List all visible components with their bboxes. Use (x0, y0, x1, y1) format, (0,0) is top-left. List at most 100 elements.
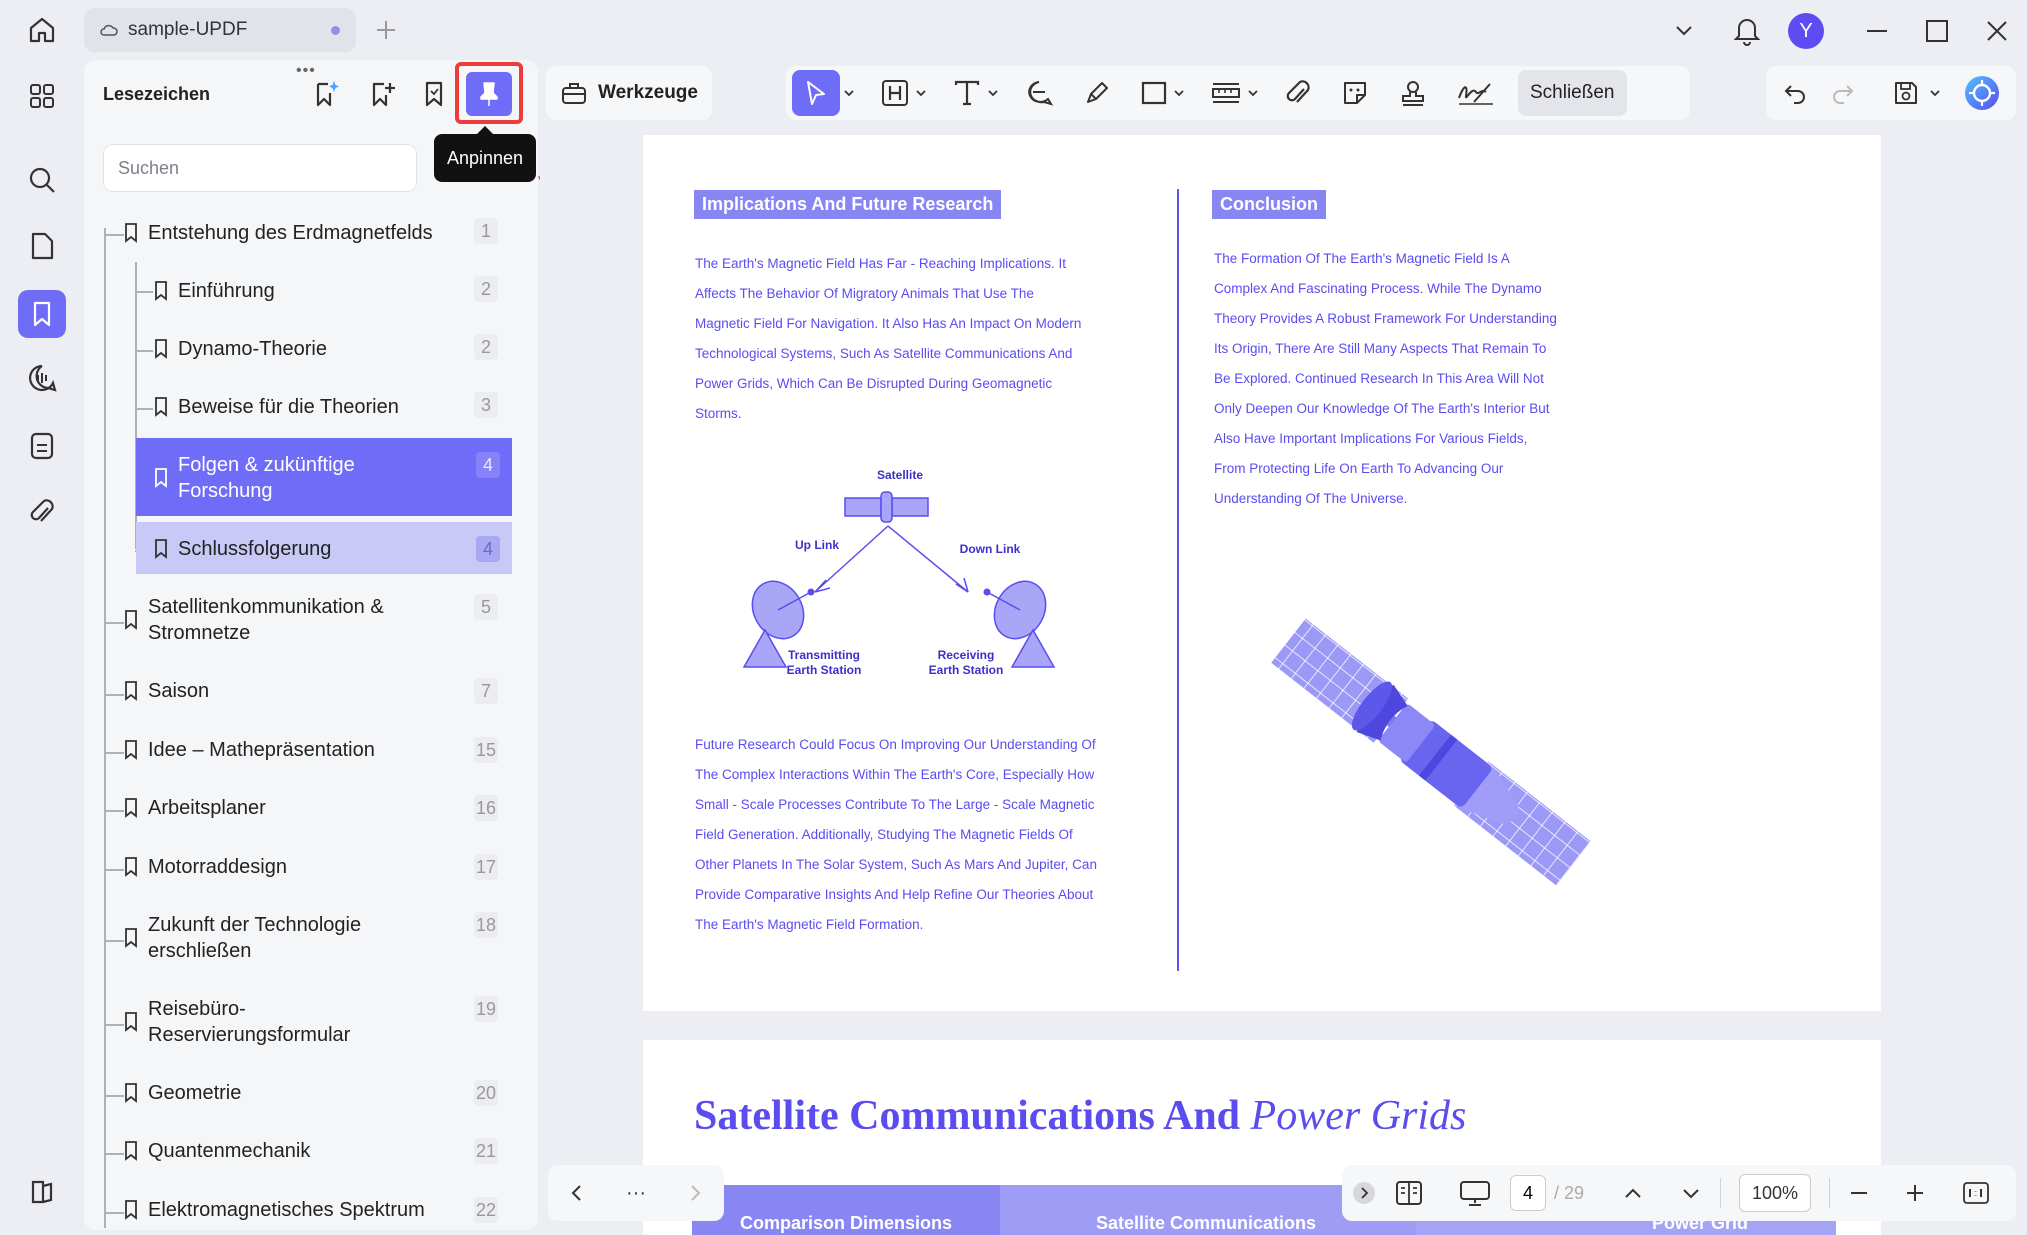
bookmark-item[interactable]: Entstehung des Erdmagnetfelds 1 (124, 218, 510, 254)
bookmark-label: Entstehung des Erdmagnetfelds (148, 222, 433, 244)
ai-bookmark-button[interactable] (304, 72, 348, 116)
bookmark-item[interactable]: Dynamo-Theorie 2 (154, 334, 510, 370)
bookmark-item-selected[interactable]: Folgen & zukünftige Forschung 4 (136, 438, 512, 516)
next-arrow-icon[interactable] (686, 1183, 704, 1203)
save-icon[interactable] (1892, 79, 1920, 107)
measure-tool-dropdown[interactable] (1246, 70, 1260, 116)
rail-pages[interactable] (18, 222, 66, 270)
presentation-icon[interactable] (1458, 1178, 1492, 1208)
measure-tool[interactable] (1210, 70, 1242, 116)
ai-assistant-icon[interactable] (1964, 75, 2000, 111)
rail-settings[interactable] (18, 1168, 66, 1216)
text-line: Magnetic Field For Navigation. It Also H… (695, 316, 1082, 331)
select-tool-dropdown[interactable] (842, 70, 856, 116)
bookmark-item[interactable]: Zukunft der Technologie erschließen 18 (124, 912, 510, 968)
rail-thumbnails[interactable] (18, 72, 66, 120)
highlight-tool-dropdown[interactable] (914, 70, 928, 116)
rail-attachments[interactable] (18, 488, 66, 536)
bookmark-item-icon (124, 928, 138, 948)
bookmark-item[interactable]: Reisebüro-Reservierungsformular 19 (124, 996, 510, 1052)
text-line: Complex And Fascinating Process. While T… (1214, 281, 1542, 296)
new-tab-icon[interactable] (374, 18, 398, 42)
grid-icon (28, 82, 56, 110)
tree-line (104, 234, 124, 236)
bookmark-page: 22 (474, 1197, 498, 1223)
shape-tool[interactable] (1140, 70, 1168, 116)
rail-search[interactable] (18, 156, 66, 204)
bookmark-item[interactable]: Idee – Mathepräsentation 15 (124, 737, 510, 773)
rail-comments[interactable] (18, 354, 66, 402)
panel-title: Lesezeichen (103, 84, 211, 104)
pencil-icon (1082, 78, 1112, 108)
bookmark-item[interactable]: Saison 7 (124, 678, 510, 714)
collapse-chevron-icon[interactable] (1352, 1181, 1376, 1205)
toolbar-separator (1829, 1178, 1831, 1208)
undo-icon[interactable] (1782, 80, 1808, 106)
select-tool[interactable] (792, 70, 840, 116)
text-tool-dropdown[interactable] (986, 70, 1000, 116)
bookmark-item-highlighted[interactable]: Schlussfolgerung 4 (136, 522, 512, 574)
bookmark-item[interactable]: Geometrie 20 (124, 1080, 510, 1116)
chevron-down-icon[interactable] (1928, 86, 1942, 100)
maximize-icon[interactable] (1924, 18, 1950, 44)
zoom-in-icon[interactable] (1904, 1182, 1926, 1204)
page2-title-bold: Satellite Communications And (694, 1093, 1241, 1139)
page-layout-icon[interactable] (1394, 1179, 1424, 1207)
signature-tool[interactable] (1456, 70, 1496, 116)
rail-bookmarks[interactable] (18, 290, 66, 338)
text-line: Field Generation. Additionally, Studying… (695, 827, 1073, 842)
chevron-down-icon (842, 86, 856, 100)
bookmark-item-icon (154, 468, 168, 488)
bookmark-item[interactable]: Quantenmechanik 21 (124, 1138, 510, 1174)
bookmark-item-icon (124, 1141, 138, 1161)
bookmark-label: Zukunft der Technologie erschließen (148, 914, 362, 962)
document-tab[interactable]: sample-UPDF (84, 8, 356, 52)
bookmark-item-icon (124, 857, 138, 877)
page-up-icon[interactable] (1622, 1182, 1644, 1204)
minimize-icon[interactable] (1864, 18, 1890, 44)
bookmark-item-icon (124, 610, 138, 630)
bookmark-label: Saison (148, 680, 210, 702)
bookmark-item[interactable]: Arbeitsplaner 16 (124, 795, 510, 831)
user-avatar[interactable]: Y (1788, 13, 1824, 49)
diagram-transmitting-sublabel: Earth Station (787, 663, 862, 677)
stamp-tool[interactable] (1398, 70, 1428, 116)
redo-icon[interactable] (1830, 80, 1856, 106)
add-bookmark-button[interactable] (360, 72, 404, 116)
bookmark-item[interactable]: Motorraddesign 17 (124, 854, 510, 890)
text-line: Its Origin, There Are Still Many Aspects… (1214, 341, 1547, 356)
actual-size-icon[interactable] (1962, 1181, 1990, 1205)
bookmark-options-button[interactable] (412, 72, 456, 116)
sticker-tool[interactable] (1340, 70, 1370, 116)
pin-button[interactable] (466, 72, 512, 116)
bookmark-item[interactable]: Einführung 2 (154, 276, 510, 312)
notification-bell-icon[interactable] (1732, 14, 1762, 46)
rail-forms[interactable] (18, 422, 66, 470)
prev-arrow-icon[interactable] (568, 1183, 586, 1203)
zoom-level[interactable]: 100% (1739, 1174, 1812, 1212)
text-tool[interactable] (952, 70, 982, 116)
bookmark-label: Geometrie (148, 1082, 242, 1104)
bookmark-item[interactable]: Satellitenkommunikation & Stromnetze 5 (124, 594, 510, 650)
search-icon (27, 165, 57, 195)
text-line: Provide Comparative Insights And Help Re… (695, 887, 1094, 902)
tools-button[interactable]: Werkzeuge (546, 66, 712, 120)
more-options-button[interactable]: ··· (626, 1182, 646, 1205)
pencil-tool[interactable] (1082, 70, 1112, 116)
shape-tool-dropdown[interactable] (1172, 70, 1186, 116)
zoom-out-icon[interactable] (1848, 1182, 1870, 1204)
comment-tool[interactable] (1024, 70, 1054, 116)
page-number-input[interactable] (1510, 1175, 1546, 1211)
bookmark-item[interactable]: Beweise für die Theorien 3 (154, 392, 510, 428)
column-divider (1177, 189, 1179, 971)
bookmark-search-input[interactable] (103, 144, 417, 192)
bookmark-item-icon (124, 223, 138, 243)
close-window-icon[interactable] (1984, 18, 2010, 44)
bookmark-item[interactable]: Elektromagnetisches Spektrum 22 (124, 1197, 510, 1231)
home-icon[interactable] (26, 14, 58, 46)
highlight-tool[interactable] (880, 70, 910, 116)
page-down-icon[interactable] (1680, 1182, 1702, 1204)
attachment-tool[interactable] (1284, 70, 1312, 116)
chevron-down-icon[interactable] (1672, 18, 1696, 42)
close-tools-button[interactable]: Schließen (1518, 70, 1627, 116)
